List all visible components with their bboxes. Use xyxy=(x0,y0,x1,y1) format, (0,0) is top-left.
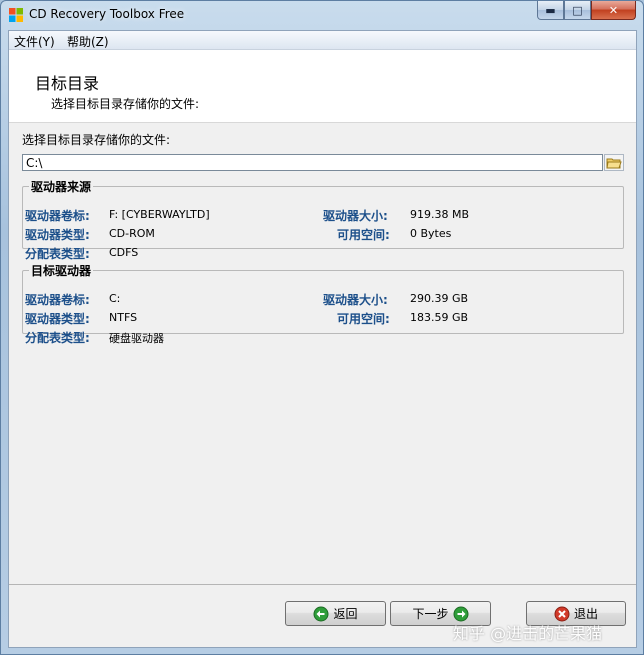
source-volume-label: 驱动器卷标: xyxy=(25,209,90,223)
watermark: 知乎 @进击的芒果猫 xyxy=(453,624,603,643)
minimize-icon: ▬ xyxy=(545,3,556,17)
target-free-value: 183.59 GB xyxy=(410,311,469,324)
target-size-label: 驱动器大小: xyxy=(323,293,388,307)
maximize-icon: □ xyxy=(572,3,583,17)
target-volume-label: 驱动器卷标: xyxy=(25,293,90,307)
page-title: 目标目录 xyxy=(35,74,100,93)
app-window: CD Recovery Toolbox Free ▬ □ ✕ 文件(Y) 帮助(… xyxy=(0,0,644,655)
target-dir-label: 选择目标目录存储你的文件: xyxy=(22,133,171,147)
source-fs-value: CDFS xyxy=(109,246,139,259)
source-volume-value: F: [CYBERWAYLTD] xyxy=(109,208,210,221)
target-type-label: 驱动器类型: xyxy=(25,312,90,326)
source-size-label: 驱动器大小: xyxy=(323,209,388,223)
title-bar[interactable]: CD Recovery Toolbox Free ▬ □ ✕ xyxy=(1,1,643,29)
target-free-label: 可用空间: xyxy=(337,312,390,326)
back-button[interactable]: 返回 xyxy=(285,601,386,626)
folder-icon xyxy=(606,158,622,168)
source-type-value: CD-ROM xyxy=(109,227,155,240)
target-volume-value: C: xyxy=(109,292,121,305)
client-area: 文件(Y) 帮助(Z) 目标目录 选择目标目录存储你的文件: 选择目标目录存储你… xyxy=(8,30,637,648)
maximize-button[interactable]: □ xyxy=(564,1,591,20)
back-arrow-icon xyxy=(313,606,329,621)
source-free-value: 0 Bytes xyxy=(410,227,452,240)
source-drive-group: 驱动器来源 驱动器卷标: F: [CYBERWAYLTD] 驱动器类型: CD-… xyxy=(22,178,624,261)
source-fs-label: 分配表类型: xyxy=(25,247,90,261)
source-drive-legend: 驱动器来源 xyxy=(31,180,92,194)
menu-bar: 文件(Y) 帮助(Z) xyxy=(9,31,636,50)
wizard-header: 目标目录 选择目标目录存储你的文件: xyxy=(9,50,636,123)
target-dir-input[interactable]: C:\ xyxy=(22,154,603,171)
menu-file[interactable]: 文件(Y) xyxy=(14,33,55,50)
page-subtitle: 选择目标目录存储你的文件: xyxy=(51,97,200,111)
source-size-value: 919.38 MB xyxy=(410,208,470,221)
close-button[interactable]: ✕ xyxy=(591,1,636,20)
target-type-value: NTFS xyxy=(109,311,138,324)
footer-divider xyxy=(9,584,636,585)
source-free-label: 可用空间: xyxy=(337,228,390,242)
target-fs-value: 硬盘驱动器 xyxy=(109,332,164,345)
target-drive-legend: 目标驱动器 xyxy=(31,264,92,278)
close-icon: ✕ xyxy=(608,3,619,17)
back-button-label: 返回 xyxy=(333,607,358,621)
browse-folder-button[interactable] xyxy=(604,154,624,171)
target-drive-group: 目标驱动器 驱动器卷标: C: 驱动器类型: NTFS 分配表类型: 硬盘驱动器… xyxy=(22,262,624,345)
target-size-value: 290.39 GB xyxy=(410,292,469,305)
source-type-label: 驱动器类型: xyxy=(25,228,90,242)
menu-help[interactable]: 帮助(Z) xyxy=(67,33,109,50)
app-icon xyxy=(9,8,23,22)
target-fs-label: 分配表类型: xyxy=(25,331,90,345)
next-button-label: 下一步 xyxy=(412,607,449,621)
minimize-button[interactable]: ▬ xyxy=(537,1,564,20)
window-title: CD Recovery Toolbox Free xyxy=(29,7,185,21)
